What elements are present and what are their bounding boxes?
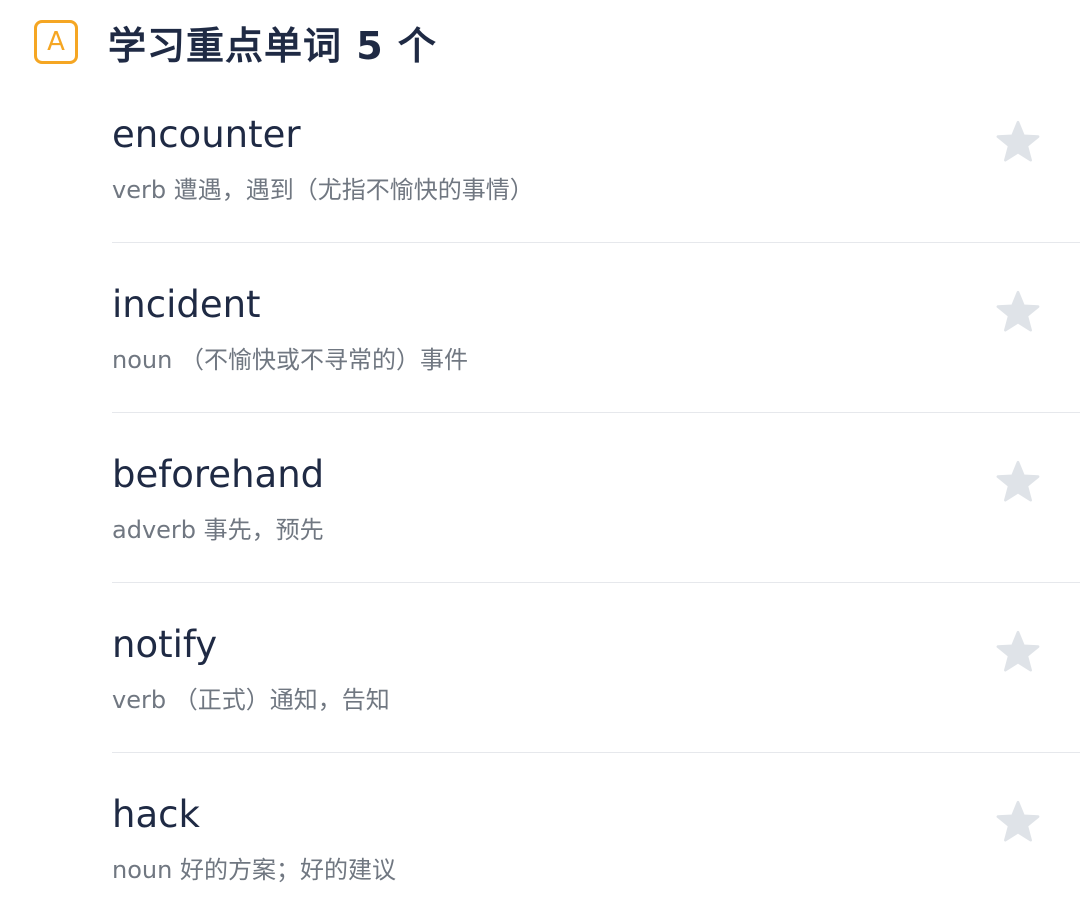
word-definition: noun 好的方案；好的建议: [112, 856, 396, 884]
word-definition: adverb 事先，预先: [112, 516, 324, 544]
favorite-star-button[interactable]: [994, 118, 1042, 166]
word-definition: noun （不愉快或不寻常的）事件: [112, 346, 468, 374]
word-list-item[interactable]: incident noun （不愉快或不寻常的）事件: [112, 243, 1080, 413]
favorite-star-button[interactable]: [994, 798, 1042, 846]
word-list-item[interactable]: hack noun 好的方案；好的建议: [112, 753, 1080, 904]
word-text: hack: [112, 793, 200, 836]
favorite-star-button[interactable]: [994, 628, 1042, 676]
favorite-star-button[interactable]: [994, 458, 1042, 506]
word-text: encounter: [112, 113, 301, 156]
word-text: notify: [112, 623, 218, 666]
section-title: 学习重点单词 5 个: [108, 23, 437, 68]
word-list-item[interactable]: notify verb （正式）通知，告知: [112, 583, 1080, 753]
favorite-star-button[interactable]: [994, 288, 1042, 336]
word-text: beforehand: [112, 453, 325, 496]
star-icon: [996, 120, 1040, 162]
word-definition: verb （正式）通知，告知: [112, 686, 390, 714]
letter-a-icon: A: [34, 20, 78, 64]
word-definition: verb 遭遇，遇到（尤指不愉快的事情）: [112, 176, 534, 204]
word-list-item[interactable]: beforehand adverb 事先，预先: [112, 413, 1080, 583]
star-icon: [996, 800, 1040, 842]
star-icon: [996, 290, 1040, 332]
word-list: encounter verb 遭遇，遇到（尤指不愉快的事情） incident …: [112, 73, 1080, 904]
star-icon: [996, 630, 1040, 672]
word-list-item[interactable]: encounter verb 遭遇，遇到（尤指不愉快的事情）: [112, 73, 1080, 243]
section-header: A 学习重点单词 5 个: [34, 14, 437, 70]
star-icon: [996, 460, 1040, 502]
word-text: incident: [112, 283, 261, 326]
